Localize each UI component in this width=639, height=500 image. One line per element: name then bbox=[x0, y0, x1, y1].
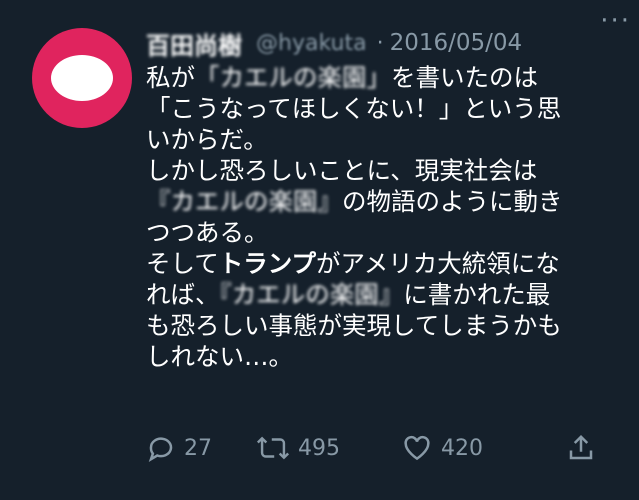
blurred-title: 『カエルの楽園』 bbox=[219, 280, 404, 309]
avatar[interactable] bbox=[32, 28, 132, 128]
like-count: 420 bbox=[441, 435, 483, 461]
like-button[interactable]: 420 bbox=[401, 433, 546, 463]
retweet-count: 495 bbox=[298, 435, 340, 461]
tweet-body: 私が「カエルの楽園」を書いたのは 「こうなってほしくない！」という思 いからだ。… bbox=[146, 62, 616, 372]
tweet-line: も恐ろしい事態が実現してしまうかも bbox=[146, 311, 562, 340]
author-name[interactable]: 百田尚樹 bbox=[146, 26, 242, 61]
tweet-line: そしてトランプがアメリカ大統領にな bbox=[146, 249, 560, 278]
separator: · bbox=[376, 30, 384, 56]
tweet-line: つつある。 bbox=[146, 218, 269, 247]
share-icon bbox=[569, 434, 593, 460]
heart-icon bbox=[404, 435, 430, 461]
bold-word: トランプ bbox=[218, 249, 317, 278]
retweet-icon bbox=[256, 436, 290, 460]
reply-count: 27 bbox=[184, 435, 212, 461]
tweet-line: しかし恐ろしいことに、現実社会は bbox=[146, 156, 538, 185]
avatar-image bbox=[51, 55, 113, 101]
tweet-header: 百田尚樹 @hyakuta · 2016/05/04 bbox=[146, 24, 616, 62]
more-options-icon[interactable]: ··· bbox=[600, 6, 631, 36]
tweet: 百田尚樹 @hyakuta · 2016/05/04 ··· 私が「カエルの楽園… bbox=[0, 0, 639, 500]
retweet-button[interactable]: 495 bbox=[256, 433, 401, 463]
action-bar: 27 495 420 bbox=[146, 430, 596, 466]
reply-button[interactable]: 27 bbox=[146, 433, 256, 463]
blurred-title: 『カエルの楽園』 bbox=[146, 187, 342, 216]
tweet-line: れば、『カエルの楽園』に書かれた最 bbox=[146, 280, 551, 309]
tweet-line: いからだ。 bbox=[146, 125, 268, 154]
tweet-line: 『カエルの楽園』の物語のように動き bbox=[146, 187, 563, 216]
blurred-title: 「カエルの楽園」 bbox=[195, 63, 391, 92]
tweet-date[interactable]: 2016/05/04 bbox=[390, 30, 523, 56]
share-button[interactable] bbox=[566, 433, 596, 463]
tweet-line: 「こうなってほしくない！」という思 bbox=[146, 94, 562, 123]
author-handle[interactable]: @hyakuta bbox=[256, 31, 367, 56]
tweet-line: しれない…。 bbox=[146, 342, 293, 371]
tweet-line: 私が「カエルの楽園」を書いたのは bbox=[146, 63, 538, 92]
reply-icon bbox=[148, 437, 173, 463]
